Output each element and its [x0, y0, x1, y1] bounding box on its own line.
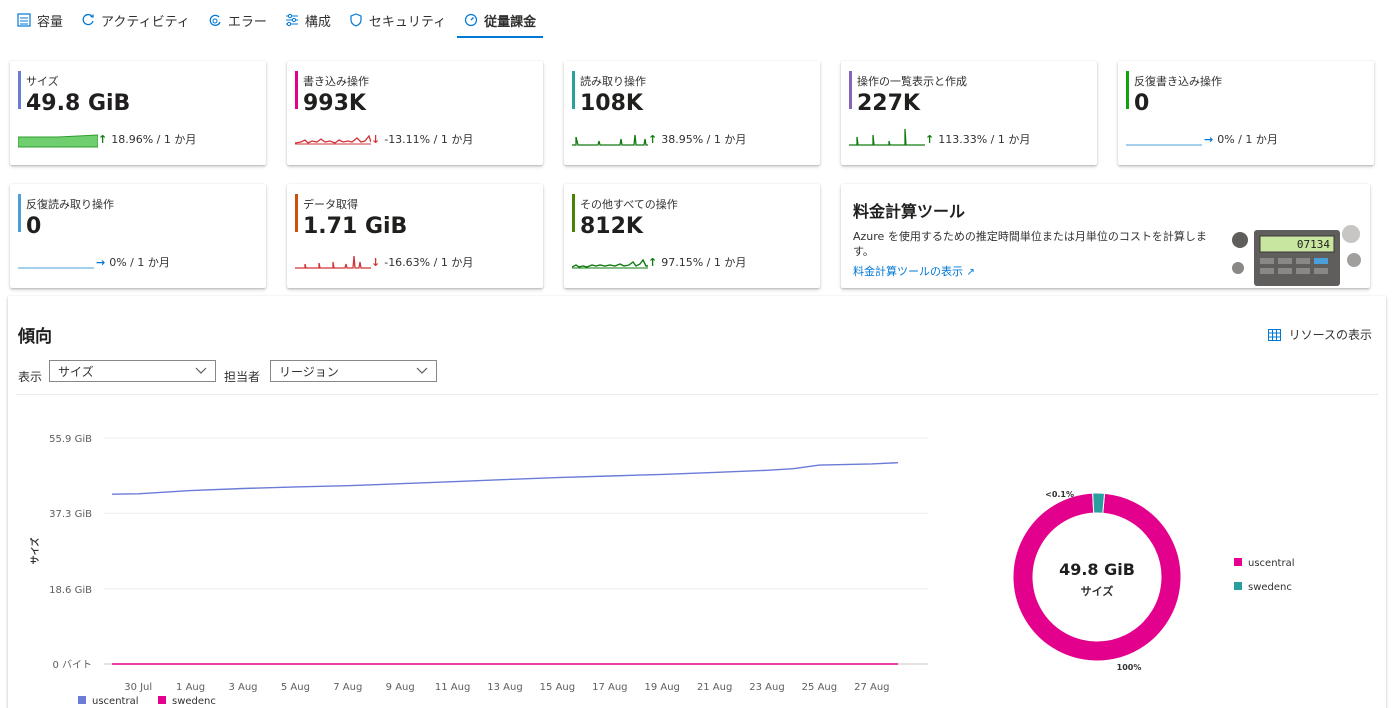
donut-slice-label: 100%: [1117, 663, 1142, 672]
x-tick-label: 19 Aug: [644, 682, 679, 693]
x-tick-label: 27 Aug: [854, 682, 889, 693]
y-tick-label: 55.9 GiB: [49, 434, 92, 445]
donut-legend-label: uscentral: [1248, 558, 1294, 569]
y-tick-label: 0 バイト: [52, 659, 92, 671]
series-line-uscentral: [111, 462, 899, 495]
x-tick-label: 21 Aug: [697, 682, 732, 693]
charts-layer: 0 バイト 18.6 GiB 37.3 GiB 55.9 GiB サイズ 30 Jul 1 …: [29, 434, 1294, 707]
y-tick-label: 37.3 GiB: [49, 509, 92, 520]
donut-legend-swatch: [1234, 558, 1242, 566]
legend-label: swedenc: [172, 696, 216, 707]
size-line-chart: 0 バイト 18.6 GiB 37.3 GiB 55.9 GiB サイズ 30 Jul 1 …: [29, 434, 928, 707]
x-tick-label: 23 Aug: [749, 682, 784, 693]
donut-legend-swatch: [1234, 582, 1242, 590]
x-tick-label: 9 Aug: [386, 682, 415, 693]
x-tick-label: 15 Aug: [540, 682, 575, 693]
donut-legend-label: swedenc: [1248, 582, 1292, 593]
x-tick-label: 25 Aug: [802, 682, 837, 693]
size-donut-chart: <0.1% 100% 49.8 GiB サイズ uscentral swedenc: [1012, 490, 1294, 672]
x-tick-label: 11 Aug: [435, 682, 470, 693]
donut-center-value: 49.8 GiB: [1059, 560, 1135, 579]
legend-swatch: [78, 696, 86, 704]
donut-slice-swedenc[interactable]: [1092, 492, 1106, 514]
x-tick-label: 17 Aug: [592, 682, 627, 693]
x-tick-label: 30 Jul: [124, 682, 152, 693]
x-tick-label: 7 Aug: [333, 682, 362, 693]
y-axis-label: サイズ: [29, 538, 41, 565]
donut-center-label: サイズ: [1081, 584, 1114, 598]
legend-label: uscentral: [92, 696, 138, 707]
x-tick-label: 1 Aug: [176, 682, 205, 693]
x-tick-label: 13 Aug: [487, 682, 522, 693]
x-tick-label: 5 Aug: [281, 682, 310, 693]
donut-slice-label: <0.1%: [1045, 490, 1074, 499]
x-tick-label: 3 Aug: [228, 682, 257, 693]
legend-swatch: [158, 696, 166, 704]
y-tick-label: 18.6 GiB: [49, 585, 92, 596]
